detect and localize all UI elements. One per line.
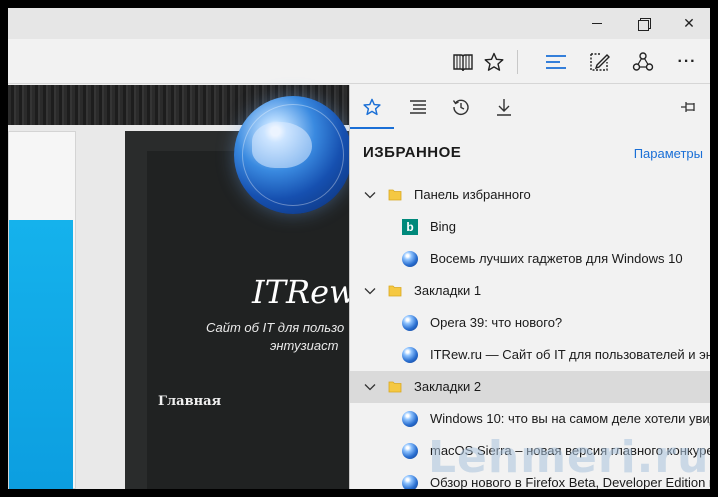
folder-icon — [388, 189, 402, 201]
chevron-down-icon[interactable] — [363, 380, 377, 394]
title-bar: ✕ — [8, 8, 710, 39]
star-icon — [484, 52, 504, 71]
web-note-button[interactable] — [582, 45, 616, 79]
book-icon — [453, 54, 473, 72]
site-subtitle-line1: Сайт об IT для пользо — [206, 320, 345, 335]
favorites-folder-label: Панель избранного — [414, 187, 531, 202]
globe-icon — [402, 315, 418, 331]
favorites-item-label: ITRew.ru — Сайт об IT для пользователей … — [430, 347, 710, 362]
globe-icon — [402, 347, 418, 363]
hub-button[interactable] — [539, 45, 573, 79]
favorites-item-row[interactable]: Windows 10: что вы на самом деле хотели … — [350, 403, 710, 435]
folder-icon — [388, 285, 402, 297]
site-title: ITRew. — [252, 273, 363, 311]
favorites-item-row[interactable]: Восемь лучших гаджетов для Windows 10 — [350, 243, 710, 275]
tab-history[interactable] — [439, 85, 483, 129]
favorites-item-label: Bing — [430, 219, 457, 234]
add-favorite-button[interactable] — [477, 45, 511, 79]
toolbar-separator — [517, 50, 518, 74]
screenshot-frame: ✕ ··· ITRew. Сайт об IT для пользо энтуз… — [0, 0, 718, 497]
globe-icon — [402, 443, 418, 459]
favorites-item-label: Opera 39: что нового? — [430, 315, 563, 330]
share-button[interactable] — [626, 45, 660, 79]
reading-view-button[interactable] — [446, 45, 480, 79]
tab-favorites[interactable] — [350, 85, 394, 129]
tab-downloads[interactable] — [482, 85, 526, 129]
restore-icon — [637, 18, 651, 31]
favorites-folder-row[interactable]: Закладки 1 — [350, 275, 710, 307]
close-icon: ✕ — [683, 15, 695, 31]
bing-icon: b — [402, 219, 418, 235]
chevron-down-icon[interactable] — [363, 284, 377, 298]
hub-lines-icon — [546, 55, 566, 69]
globe-icon — [402, 411, 418, 427]
favorites-item-label: Windows 10: что вы на самом деле хотели … — [430, 411, 710, 426]
hub-header: ИЗБРАННОЕ Параметры — [350, 141, 710, 167]
page-left-card — [8, 131, 76, 489]
history-icon — [452, 99, 469, 116]
favorites-hub-panel: ИЗБРАННОЕ Параметры Панель избранного b Bi… — [349, 85, 710, 489]
reading-list-icon — [410, 100, 426, 114]
favorites-folder-row[interactable]: Закладки 2 — [350, 371, 710, 403]
favorites-item-row[interactable]: ITRew.ru — Сайт об IT для пользователей … — [350, 339, 710, 371]
page-blue-banner — [9, 220, 73, 489]
browser-window: ✕ ··· ITRew. Сайт об IT для пользо энтуз… — [8, 8, 710, 489]
hub-title: ИЗБРАННОЕ — [363, 144, 462, 161]
minimize-icon — [592, 23, 602, 24]
pen-note-icon — [590, 53, 610, 71]
watermark: Lehmeri.ru — [428, 432, 710, 483]
favorites-item-row[interactable]: b Bing — [350, 211, 710, 243]
hub-tabs — [350, 85, 710, 129]
close-button[interactable]: ✕ — [666, 8, 710, 39]
tab-reading-list[interactable] — [396, 85, 440, 129]
pin-hub-button[interactable] — [667, 85, 710, 129]
download-icon — [497, 99, 511, 116]
site-globe-logo — [234, 96, 352, 214]
favorites-folder-label: Закладки 1 — [414, 283, 482, 298]
minimize-button[interactable] — [574, 8, 620, 39]
hub-settings-link[interactable]: Параметры — [634, 146, 703, 161]
site-nav-home-link[interactable]: Главная — [158, 394, 221, 409]
share-icon — [632, 52, 654, 71]
favorites-item-row[interactable]: Opera 39: что нового? — [350, 307, 710, 339]
toolbar: ··· — [8, 39, 710, 84]
folder-icon — [388, 381, 402, 393]
globe-icon — [402, 251, 418, 267]
star-icon — [363, 98, 381, 116]
restore-button[interactable] — [620, 8, 666, 39]
pin-icon — [681, 102, 695, 112]
globe-icon — [402, 475, 418, 489]
site-subtitle-line2: энтузиаст — [270, 338, 339, 353]
favorites-item-label: Восемь лучших гаджетов для Windows 10 — [430, 251, 683, 266]
chevron-down-icon[interactable] — [363, 188, 377, 202]
favorites-folder-row[interactable]: Панель избранного — [350, 179, 710, 211]
more-button[interactable]: ··· — [670, 45, 704, 79]
favorites-folder-label: Закладки 2 — [414, 379, 482, 394]
